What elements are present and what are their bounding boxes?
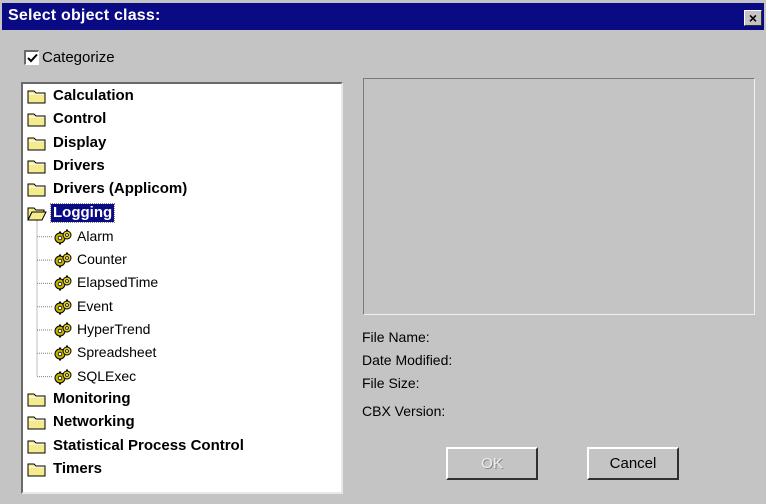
folder-closed-icon — [27, 462, 47, 477]
date-modified-label: Date Modified: — [362, 352, 453, 368]
ok-button[interactable]: OK — [446, 447, 538, 480]
title-bar[interactable]: Select object class: × — [2, 3, 764, 30]
tree-item-label: HyperTrend — [77, 321, 151, 337]
file-size-label: File Size: — [362, 375, 420, 391]
tree-item-label: SQLExec — [77, 367, 137, 384]
tree-item-label: Drivers (Applicom) — [53, 180, 188, 198]
preview-pane — [363, 78, 755, 315]
gear-icon — [53, 369, 73, 385]
cbx-version-label: CBX Version: — [362, 403, 446, 419]
tree-item-label: Spreadsheet — [77, 344, 157, 361]
folder-closed-icon — [27, 159, 47, 174]
folder-closed-icon — [27, 136, 47, 151]
tree-item-label: Logging — [49, 202, 116, 223]
gear-icon — [53, 275, 73, 291]
gear-icon — [53, 229, 73, 245]
checkbox-box[interactable] — [24, 50, 39, 65]
folder-closed-icon — [27, 392, 47, 407]
file-name-label: File Name: — [362, 329, 430, 345]
object-class-tree[interactable]: Calculation Control Display Drivers Drivers … — [21, 82, 343, 494]
tree-item-label: Display — [53, 133, 107, 151]
gear-icon — [53, 252, 73, 268]
tree-item-label: ElapsedTime — [77, 274, 159, 291]
folder-closed-icon — [27, 415, 47, 430]
close-button[interactable]: × — [744, 10, 762, 26]
gear-icon — [53, 322, 73, 338]
checkmark-icon — [27, 53, 38, 63]
folder-closed-icon — [27, 112, 47, 127]
categorize-label: Categorize — [42, 49, 115, 66]
tree-item-label: Monitoring — [53, 389, 131, 407]
folder-open-icon — [27, 206, 47, 221]
tree-item-label: Statistical Process Control — [53, 436, 244, 454]
cancel-button[interactable]: Cancel — [587, 447, 679, 480]
folder-closed-icon — [27, 439, 47, 454]
tree-item-label: Event — [77, 297, 113, 314]
tree-item-label: Control — [53, 110, 107, 128]
tree-item-label: Counter — [77, 251, 127, 268]
gear-icon — [53, 299, 73, 315]
folder-closed-icon — [27, 89, 47, 104]
tree-item-label: Drivers — [53, 156, 105, 174]
gear-icon — [53, 345, 73, 361]
tree-item-label: Timers — [53, 459, 102, 477]
tree-item-label: Alarm — [77, 227, 114, 244]
tree-item-label: Calculation — [53, 87, 134, 104]
folder-closed-icon — [27, 182, 47, 197]
select-object-class-dialog: Select object class: × Categorize Calcul… — [0, 0, 766, 504]
tree-item-label: Networking — [53, 413, 135, 431]
dialog-title: Select object class: — [8, 7, 161, 24]
